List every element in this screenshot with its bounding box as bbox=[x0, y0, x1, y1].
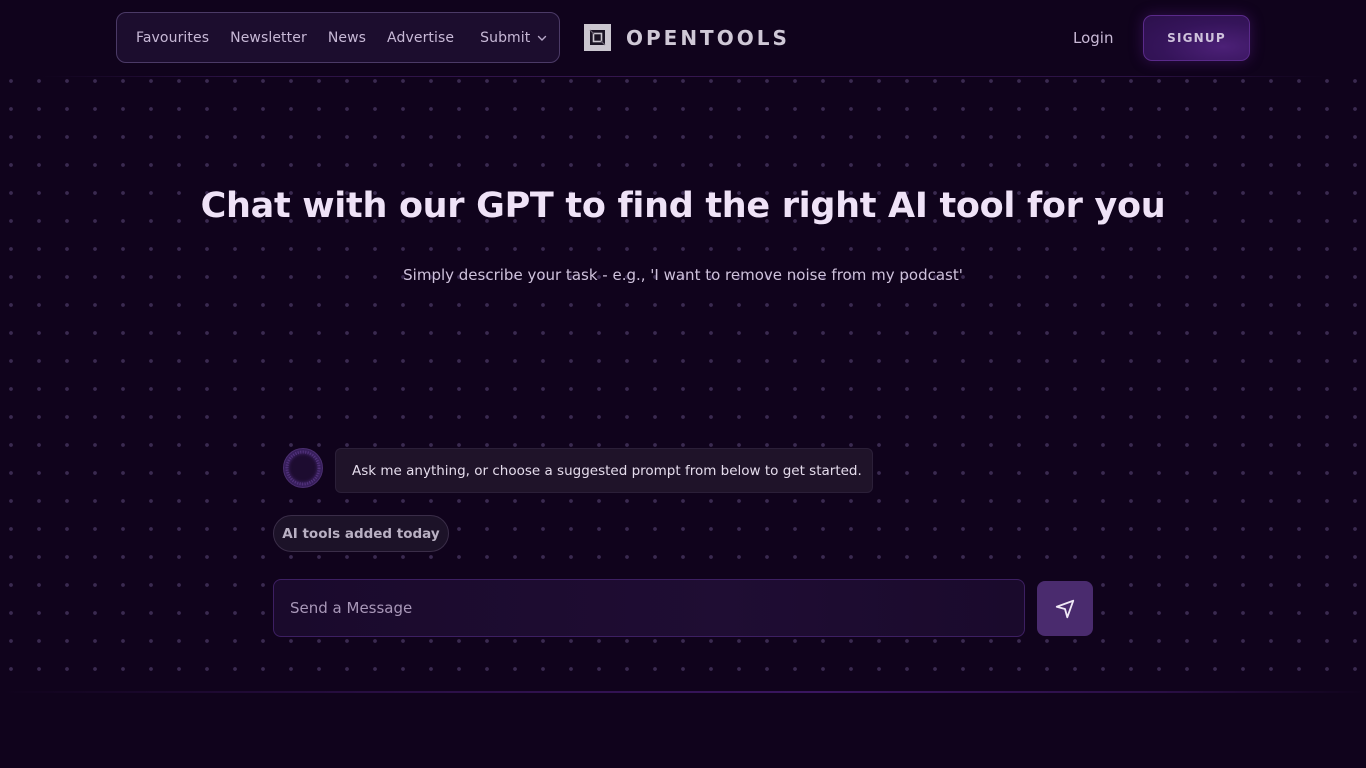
nav-favourites[interactable]: Favourites bbox=[136, 30, 209, 46]
login-link[interactable]: Login bbox=[1073, 29, 1113, 47]
assistant-avatar bbox=[283, 448, 323, 488]
nav-newsletter[interactable]: Newsletter bbox=[230, 30, 307, 46]
assistant-message: Ask me anything, or choose a suggested p… bbox=[335, 448, 873, 493]
opentools-logo-icon bbox=[584, 24, 611, 51]
nav-advertise[interactable]: Advertise bbox=[387, 30, 454, 46]
footer-divider bbox=[0, 691, 1366, 693]
nav-news[interactable]: News bbox=[328, 30, 366, 46]
send-icon bbox=[1055, 599, 1075, 618]
brand-logo[interactable]: OPENTOOLS bbox=[584, 24, 790, 51]
brand-name: OPENTOOLS bbox=[626, 25, 790, 50]
message-input[interactable] bbox=[273, 579, 1025, 637]
chevron-down-icon bbox=[538, 35, 547, 41]
signup-button[interactable]: SIGNUP bbox=[1143, 15, 1250, 61]
suggested-prompt-chip[interactable]: AI tools added today bbox=[273, 515, 449, 552]
send-button[interactable] bbox=[1037, 581, 1093, 636]
nav-submit-dropdown[interactable]: Submit bbox=[480, 30, 547, 46]
header-divider bbox=[40, 76, 1326, 77]
nav-submit-label: Submit bbox=[480, 29, 531, 46]
page-subtitle: Simply describe your task - e.g., 'I wan… bbox=[403, 266, 963, 284]
main-nav: Favourites Newsletter News Advertise Sub… bbox=[116, 12, 560, 63]
page-title: Chat with our GPT to find the right AI t… bbox=[200, 186, 1166, 226]
